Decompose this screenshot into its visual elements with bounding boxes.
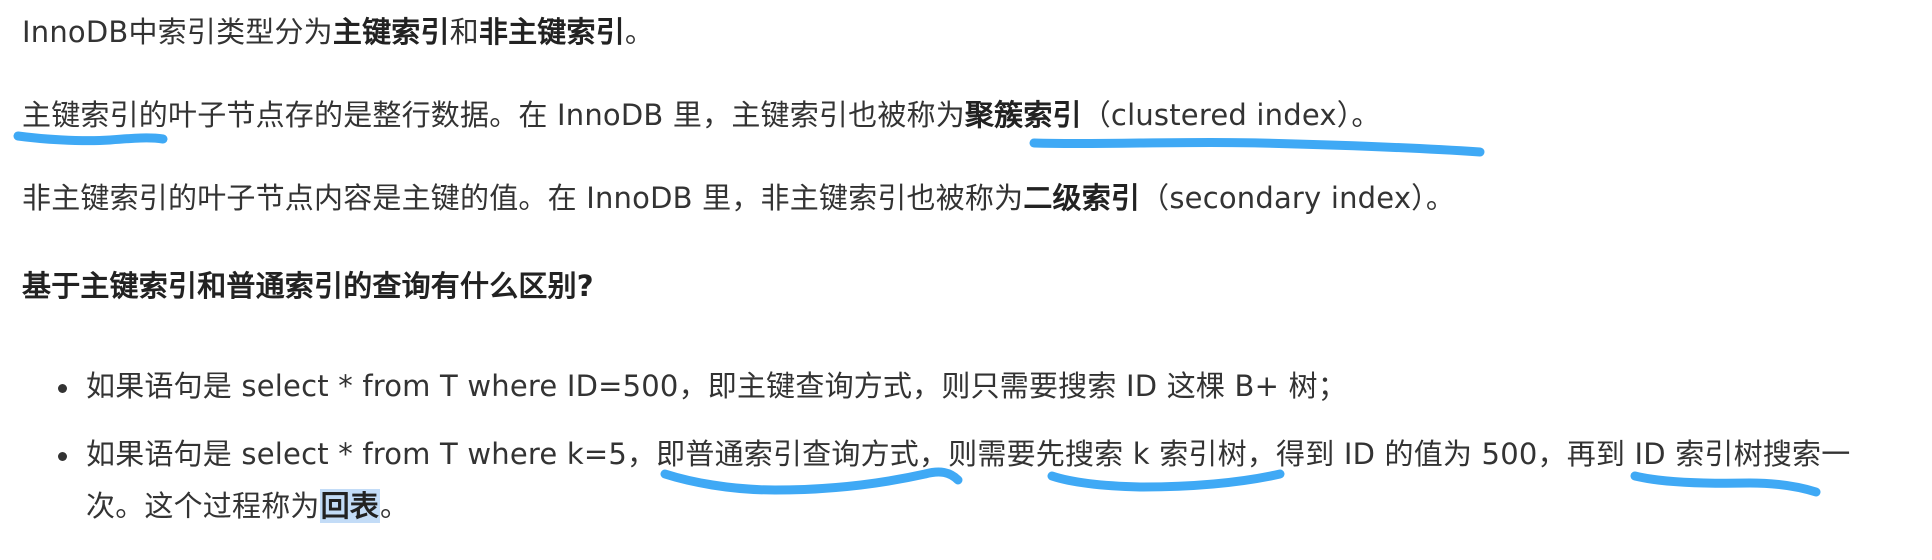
document-body: InnoDB中索引类型分为主键索引和非主键索引。 主键索引的叶子节点存的是整行数… (0, 0, 1932, 560)
bold-term-secondary-index: 二级索引 (1023, 181, 1141, 215)
bold-term-primary-key-index: 主键索引 (332, 15, 450, 49)
paragraph-secondary-index: 非主键索引的叶子节点内容是主键的值。在 InnoDB 里，非主键索引也被称为二级… (22, 178, 1455, 218)
paragraph-index-types: InnoDB中索引类型分为主键索引和非主键索引。 (22, 12, 654, 52)
text-segment: 和 (449, 15, 479, 49)
list-item: 如果语句是 select * from T where k=5，即普通索引查询方… (86, 437, 1851, 471)
text-segment: （clustered index）。 (1081, 98, 1381, 132)
list-item-continuation: 次。这个过程称为回表。 (86, 486, 409, 526)
text-segment: InnoDB中索引类型分为 (22, 15, 333, 49)
bullet-icon (58, 452, 67, 461)
bullet-icon (58, 384, 67, 393)
selected-term-back-to-table[interactable]: 回表 (319, 489, 381, 523)
text-segment: 。 (380, 489, 410, 523)
underline-stroke-clustered-index (1029, 137, 1485, 157)
text-segment: 主键索引的叶子节点存的是整行数据。在 InnoDB 里，主键索引也被称为 (22, 98, 965, 132)
section-heading: 基于主键索引和普通索引的查询有什么区别? (22, 269, 594, 303)
underline-stroke-normal-index-query (660, 467, 963, 495)
paragraph-primary-key-index: 主键索引的叶子节点存的是整行数据。在 InnoDB 里，主键索引也被称为聚簇索引… (22, 95, 1381, 135)
text-segment: （secondary index）。 (1140, 181, 1456, 215)
underline-stroke-back-to-id-index (1630, 471, 1821, 497)
bold-term-non-primary-key-index: 非主键索引 (478, 15, 625, 49)
text-segment: 次。这个过程称为 (86, 489, 320, 523)
underline-stroke-primary-key-index (13, 131, 168, 146)
text-segment: 非主键索引的叶子节点内容是主键的值。在 InnoDB 里，非主键索引也被称为 (22, 181, 1024, 215)
list-item: 如果语句是 select * from T where ID=500，即主键查询… (86, 369, 1347, 403)
bold-term-clustered-index: 聚簇索引 (964, 98, 1082, 132)
underline-stroke-search-k-index (1047, 469, 1285, 492)
text-segment: 。 (624, 15, 655, 49)
